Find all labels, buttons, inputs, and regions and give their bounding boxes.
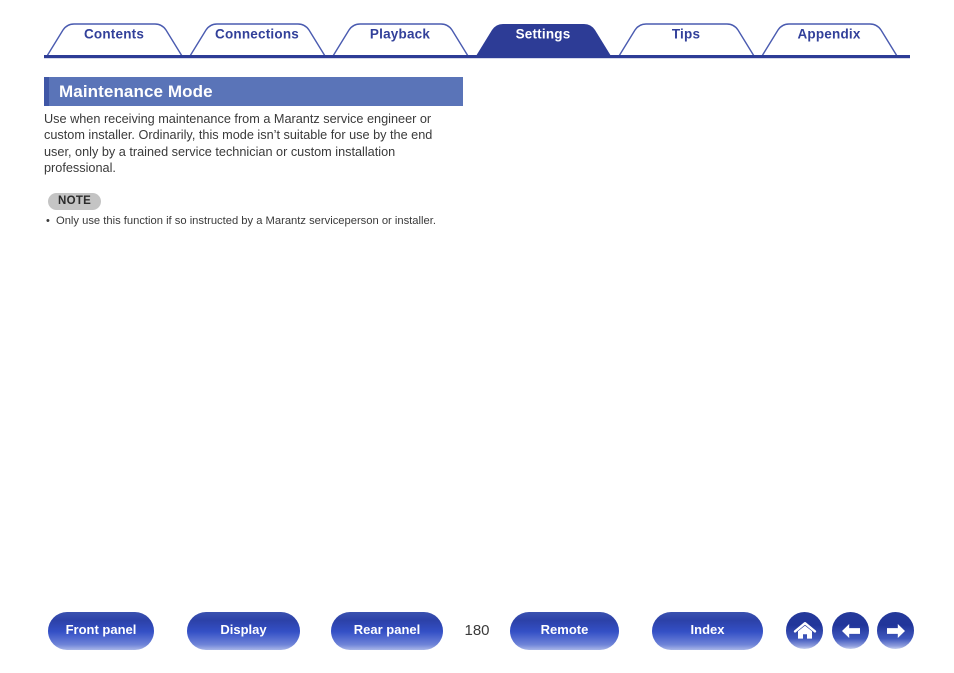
page-title: Maintenance Mode [59,81,213,101]
tab-contents[interactable]: Contents [84,27,144,42]
section-title-banner: Maintenance Mode [44,77,463,106]
bullet-icon: • [46,215,50,227]
tab-tips[interactable]: Tips [672,27,700,42]
home-icon [793,620,817,642]
tab-bar: Contents Connections Playback Settings T… [0,0,954,60]
page-number: 180 [464,622,490,639]
home-button[interactable] [786,612,823,649]
note-list: • Only use this function if so instructe… [46,214,566,229]
index-button[interactable]: Index [652,612,763,650]
section-body-text: Use when receiving maintenance from a Ma… [44,112,433,175]
arrow-left-icon [839,621,863,641]
footer-navigation: Front panel Display Rear panel 180 Remot… [0,612,954,662]
note-item-text: Only use this function if so instructed … [56,215,436,227]
note-badge: NOTE [48,193,102,210]
tab-playback[interactable]: Playback [370,27,430,42]
remote-button[interactable]: Remote [510,612,619,650]
list-item: • Only use this function if so instructe… [46,214,566,229]
index-button-label: Index [690,622,725,637]
tab-connections[interactable]: Connections [215,27,299,42]
rear-panel-button-label: Rear panel [353,622,421,637]
display-button[interactable]: Display [187,612,300,650]
back-button[interactable] [832,612,869,649]
tab-settings[interactable]: Settings [516,27,571,42]
arrow-right-icon [884,621,908,641]
display-button-label: Display [220,622,267,637]
front-panel-button[interactable]: Front panel [48,612,154,650]
tab-appendix[interactable]: Appendix [797,27,860,42]
front-panel-button-label: Front panel [65,622,137,637]
forward-button[interactable] [877,612,914,649]
remote-button-label: Remote [540,622,589,637]
rear-panel-button[interactable]: Rear panel [331,612,443,650]
